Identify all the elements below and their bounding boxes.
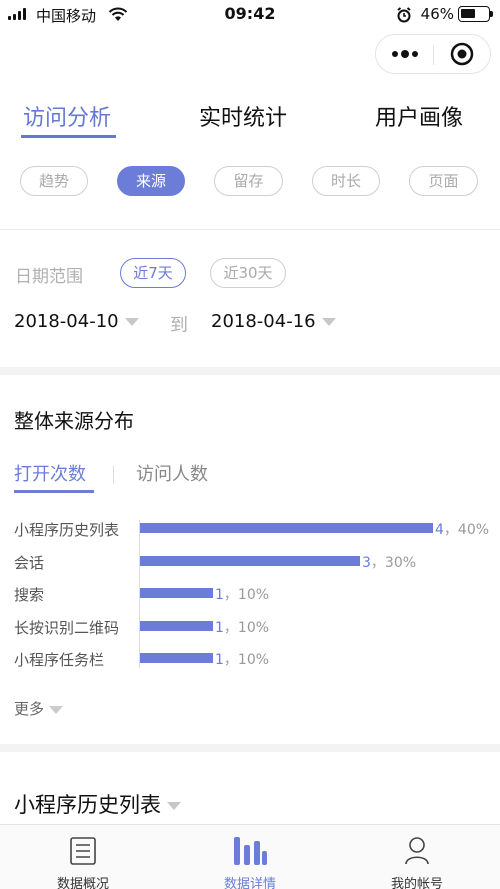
chart-value-label: 1，10%: [215, 649, 269, 669]
chart-category-label: 小程序任务栏: [14, 651, 105, 669]
range-7-days[interactable]: 近7天: [120, 258, 186, 288]
chart-category-label: 搜索: [14, 586, 45, 604]
chart-bar: [140, 620, 213, 631]
chart-value-percent: ，10%: [223, 587, 270, 603]
chevron-down-icon: [167, 802, 181, 810]
close-circle-icon: [450, 42, 474, 66]
subtab-source[interactable]: 来源: [117, 166, 185, 196]
chart-bar: [140, 653, 213, 663]
chart-bar: [140, 523, 433, 533]
chart-value-count: 1: [215, 652, 224, 668]
bar-chart-icon: [234, 837, 267, 865]
tabbar-data-overview[interactable]: 数据概况: [0, 825, 166, 889]
end-date: 2018-04-16: [211, 311, 316, 332]
end-date-picker[interactable]: 2018-04-16: [211, 311, 336, 332]
chart-category-label: 会话: [14, 553, 45, 572]
divider: [0, 229, 500, 230]
chart-category-label: 长按识别二维码: [14, 618, 120, 637]
tabbar-data-detail[interactable]: 数据详情: [167, 825, 333, 889]
start-date-picker[interactable]: 2018-04-10: [14, 311, 139, 332]
chart-value-label: 1，10%: [215, 617, 269, 637]
alarm-icon: [397, 7, 411, 23]
chevron-down-icon: [124, 318, 139, 326]
chevron-down-icon: [49, 705, 64, 714]
tab-realtime-stats[interactable]: 实时统计: [199, 100, 287, 132]
chart-value-percent: ，30%: [370, 554, 417, 571]
tabbar-label: 数据概况: [56, 877, 109, 889]
document-list-icon: [70, 837, 96, 865]
chart-row: 小程序任务栏 1，10%: [0, 649, 500, 669]
chevron-down-icon: [321, 318, 336, 326]
chart-value-count: 3: [362, 554, 371, 571]
chart-value-percent: ，10%: [223, 652, 270, 668]
tabbar-my-account[interactable]: 我的帐号: [334, 825, 500, 889]
battery-percent: 46%: [420, 5, 454, 23]
more-button[interactable]: 更多: [14, 698, 64, 719]
tab-active-indicator: [21, 135, 116, 138]
date-to-label: 到: [170, 315, 188, 336]
start-date: 2018-04-10: [14, 311, 119, 332]
date-range-label: 日期范围: [15, 267, 83, 287]
chart-value-label: 1，10%: [215, 584, 269, 604]
section-gap: [0, 744, 500, 752]
miniprogram-capsule: [375, 34, 491, 74]
chart-row: 长按识别二维码 1，10%: [0, 617, 500, 637]
chart-row: 会话 3，30%: [0, 552, 500, 572]
battery-icon: [458, 6, 493, 22]
tab-open-count[interactable]: 打开次数: [14, 460, 86, 486]
chart-value-count: 1: [215, 619, 224, 636]
tabbar-label: 数据详情: [223, 877, 276, 889]
status-bar: 中国移动 09:42 46%: [0, 0, 500, 30]
tabbar-label: 我的帐号: [390, 877, 443, 889]
chart-value-label: 4，40%: [435, 519, 489, 539]
tab-visit-analysis[interactable]: 访问分析: [23, 100, 111, 132]
chart-row: 搜索 1，10%: [0, 584, 500, 604]
chart-bar: [140, 555, 360, 566]
more-button[interactable]: [376, 35, 433, 73]
tab-visitors[interactable]: 访问人数: [136, 460, 208, 486]
chart-value-percent: ，10%: [223, 619, 270, 636]
chart-category-label: 小程序历史列表: [14, 521, 120, 539]
subtab-trend[interactable]: 趋势: [20, 166, 88, 196]
tab-separator: [113, 466, 114, 484]
more-dots-icon: [392, 50, 418, 58]
more-label: 更多: [14, 700, 45, 718]
source-detail-selector[interactable]: 小程序历史列表: [14, 789, 181, 819]
user-icon: [405, 837, 429, 865]
close-button[interactable]: [434, 35, 491, 73]
detail-title: 小程序历史列表: [14, 793, 161, 817]
section-title: 整体来源分布: [14, 409, 134, 433]
subtab-page[interactable]: 页面: [409, 166, 478, 196]
chart-value-count: 4: [435, 522, 444, 538]
chart-row: 小程序历史列表 4，40%: [0, 519, 500, 539]
chart-value-percent: ，40%: [443, 522, 490, 538]
bottom-tab-bar: 数据概况 数据详情 我的帐号: [0, 824, 500, 889]
section-gap: [0, 367, 500, 375]
app-screen: 中国移动 09:42 46% 访问分析 实时统计 用户画像 趋势 来源 留存 时…: [0, 0, 500, 889]
chart-bar: [140, 588, 213, 598]
chart-value-label: 3，30%: [362, 552, 416, 572]
tab-active-indicator: [14, 490, 94, 493]
range-30-days[interactable]: 近30天: [210, 258, 286, 288]
subtab-duration[interactable]: 时长: [312, 166, 380, 196]
subtab-retention[interactable]: 留存: [214, 166, 283, 196]
tab-user-profile[interactable]: 用户画像: [375, 100, 463, 132]
chart-value-count: 1: [215, 587, 224, 603]
